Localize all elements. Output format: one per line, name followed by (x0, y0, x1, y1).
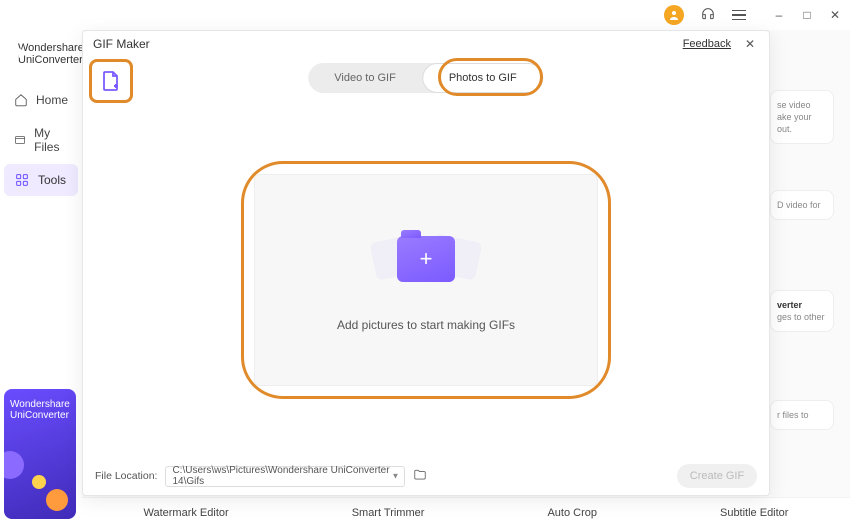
maximize-button[interactable]: □ (800, 8, 814, 22)
support-icon[interactable] (700, 6, 716, 25)
bg-card: se video ake your out. (770, 90, 834, 144)
files-icon (14, 132, 26, 148)
nav-label: My Files (34, 126, 68, 154)
tool-smart-trimmer[interactable]: Smart Trimmer (352, 507, 425, 519)
nav-label: Home (36, 93, 68, 107)
menu-icon[interactable] (732, 10, 746, 21)
brand: Wondershare UniConverter (4, 38, 78, 70)
promo-banner[interactable]: Wondershare UniConverter (4, 389, 76, 519)
tab-video-to-gif[interactable]: Video to GIF (308, 63, 422, 93)
bg-card: r files to (770, 400, 834, 430)
tools-icon (14, 172, 30, 188)
close-window-button[interactable]: ✕ (828, 8, 842, 22)
minimize-button[interactable]: – (772, 8, 786, 22)
tool-subtitle-editor[interactable]: Subtitle Editor (720, 507, 788, 519)
mode-tabs: Video to GIF Photos to GIF (308, 63, 543, 93)
nav-home[interactable]: Home (4, 84, 78, 116)
file-location-input[interactable]: C:\Users\ws\Pictures\Wondershare UniConv… (165, 466, 405, 487)
user-avatar[interactable] (664, 5, 684, 25)
folder-illustration (381, 228, 471, 298)
titlebar: – □ ✕ (0, 0, 850, 30)
modal-close-button[interactable]: ✕ (745, 37, 759, 51)
chevron-down-icon[interactable]: ▼ (392, 472, 400, 481)
tool-auto-crop[interactable]: Auto Crop (547, 507, 597, 519)
modal-title: GIF Maker (93, 37, 150, 51)
file-plus-icon (99, 69, 123, 93)
bottom-tools-strip: Watermark Editor Smart Trimmer Auto Crop… (82, 497, 850, 527)
nav-label: Tools (38, 173, 66, 187)
file-location-label: File Location: (95, 470, 157, 482)
feedback-link[interactable]: Feedback (683, 38, 731, 50)
home-icon (14, 92, 28, 108)
drop-area-highlight: Add pictures to start making GIFs (241, 161, 611, 399)
tool-watermark[interactable]: Watermark Editor (144, 507, 229, 519)
user-icon (668, 9, 680, 21)
add-file-button[interactable] (89, 59, 133, 103)
bg-card: verterges to other (770, 290, 834, 332)
bg-card: D video for (770, 190, 834, 220)
create-gif-button: Create GIF (677, 464, 757, 488)
drop-text: Add pictures to start making GIFs (337, 318, 515, 332)
gif-maker-modal: GIF Maker Feedback ✕ Video to GIF Photos… (82, 30, 770, 496)
sidebar: Wondershare UniConverter Home My Files T… (0, 30, 82, 527)
modal-footer: File Location: C:\Users\ws\Pictures\Wond… (83, 457, 769, 495)
nav-tools[interactable]: Tools (4, 164, 78, 196)
drop-area[interactable]: Add pictures to start making GIFs (254, 174, 598, 386)
nav-myfiles[interactable]: My Files (4, 118, 78, 162)
tab-photos-to-gif[interactable]: Photos to GIF (422, 63, 544, 93)
browse-folder-button[interactable] (413, 468, 427, 485)
brand-text: Wondershare UniConverter (18, 42, 84, 66)
folder-plus-icon (397, 236, 455, 282)
